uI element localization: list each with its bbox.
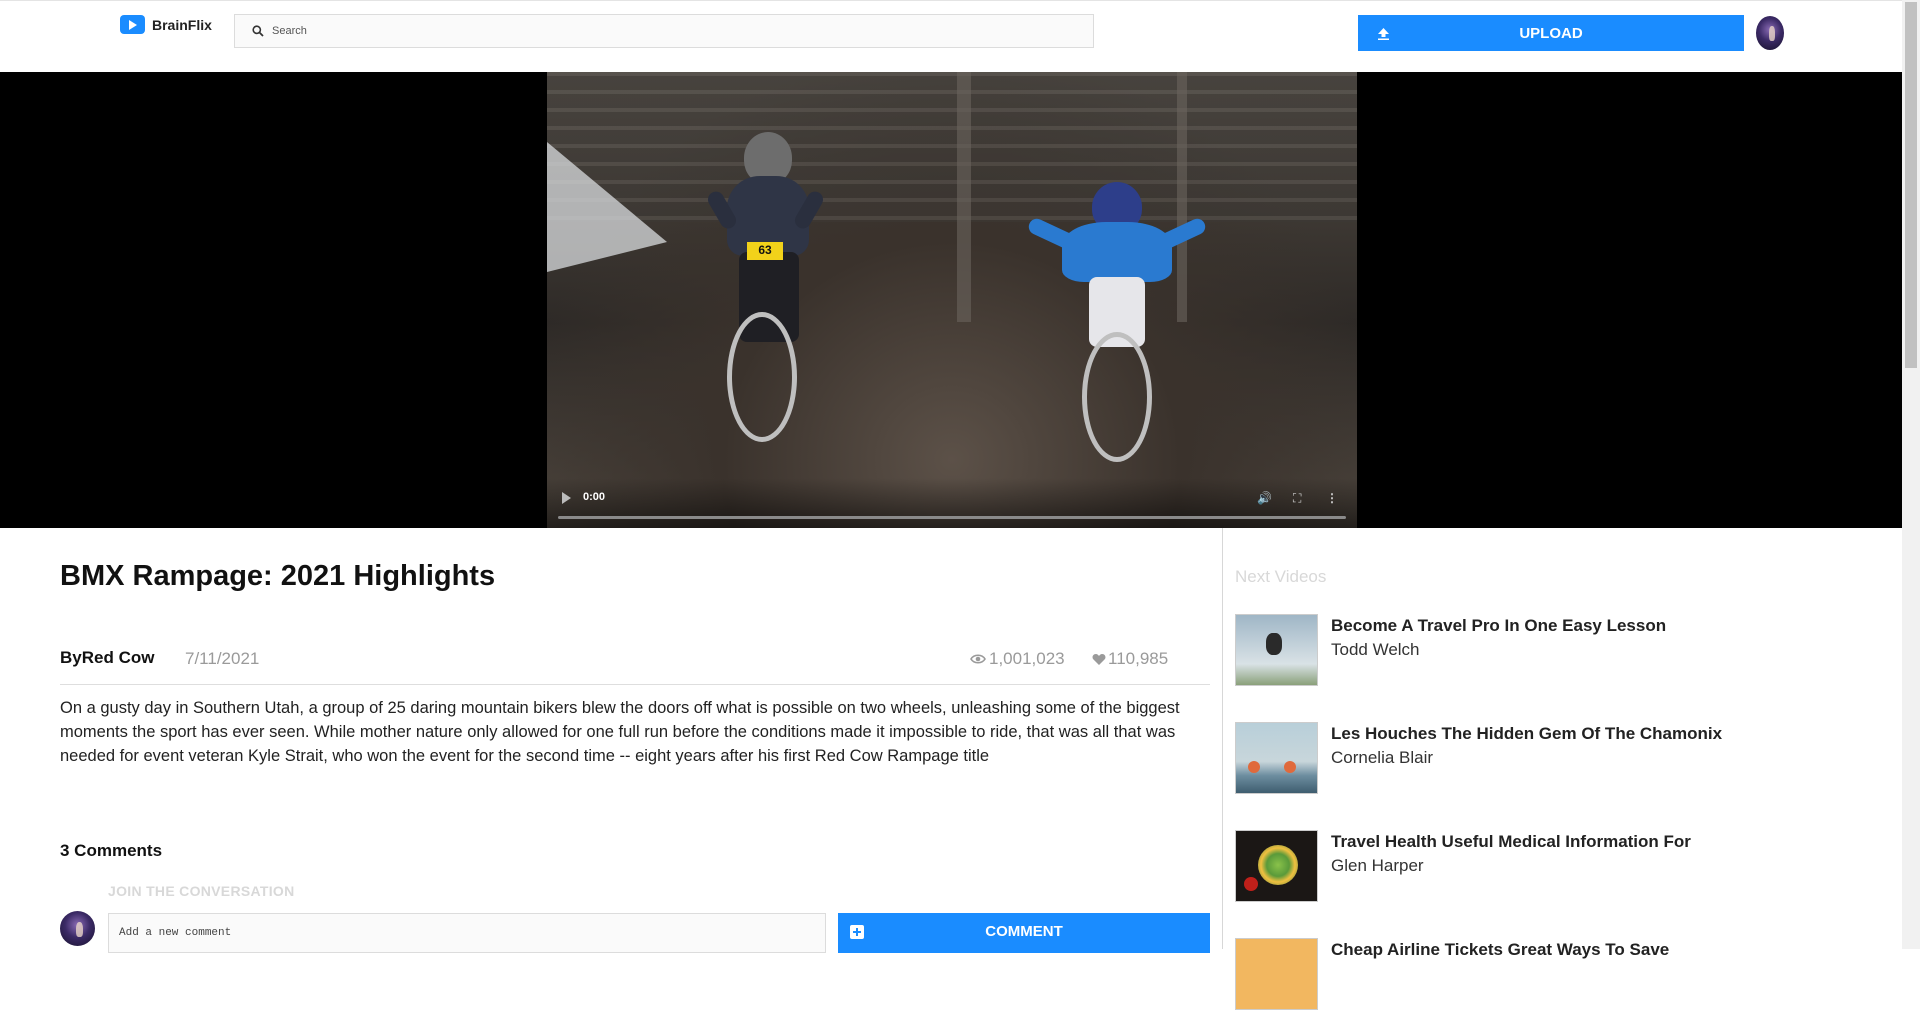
video-title: BMX Rampage: 2021 Highlights bbox=[60, 560, 496, 592]
play-logo-icon bbox=[120, 15, 145, 34]
more-options-icon[interactable]: ⋮ bbox=[1326, 491, 1338, 505]
search-icon bbox=[252, 25, 264, 37]
video-thumbnail[interactable] bbox=[1235, 614, 1318, 686]
next-video-item[interactable]: Become A Travel Pro In One Easy Lesson T… bbox=[1235, 614, 1875, 686]
top-navigation: BrainFlix UPLOAD bbox=[0, 0, 1902, 73]
video-thumbnail[interactable] bbox=[1235, 722, 1318, 794]
comment-button-label: COMMENT bbox=[985, 923, 1063, 940]
likes-value: 110,985 bbox=[1108, 649, 1169, 668]
upload-icon bbox=[1378, 28, 1389, 40]
next-video-author: Cornelia Blair bbox=[1331, 748, 1434, 767]
next-video-title[interactable]: Cheap Airline Tickets Great Ways To Save bbox=[1331, 940, 1669, 960]
next-video-author: Todd Welch bbox=[1331, 640, 1420, 659]
volume-icon[interactable]: 🔊 bbox=[1257, 491, 1272, 505]
like-count[interactable]: 110,985 bbox=[1092, 649, 1168, 669]
comment-input[interactable] bbox=[108, 913, 826, 953]
video-scene-roof bbox=[547, 72, 1357, 222]
by-prefix: By bbox=[60, 648, 82, 667]
video-channel: ByRed Cow bbox=[60, 648, 154, 668]
next-video-title[interactable]: Les Houches The Hidden Gem Of The Chamon… bbox=[1331, 724, 1722, 744]
search-bar[interactable] bbox=[234, 14, 1094, 48]
upload-label: UPLOAD bbox=[1519, 24, 1583, 42]
channel-name[interactable]: Red Cow bbox=[82, 648, 155, 667]
comments-count: 3 Comments bbox=[60, 841, 163, 860]
video-progress-bar[interactable] bbox=[558, 516, 1346, 519]
next-video-title[interactable]: Become A Travel Pro In One Easy Lesson bbox=[1331, 616, 1666, 636]
upload-button[interactable]: UPLOAD bbox=[1358, 15, 1744, 51]
page-scrollbar[interactable] bbox=[1902, 0, 1920, 949]
details-divider bbox=[60, 684, 1210, 685]
fullscreen-icon[interactable]: ⛶ bbox=[1293, 491, 1301, 506]
next-video-title[interactable]: Travel Health Useful Medical Information… bbox=[1331, 832, 1691, 852]
video-scene-rider-right bbox=[1017, 182, 1217, 472]
video-player-area: 63 0:00 🔊 ⛶ ⋮ bbox=[0, 72, 1902, 528]
play-icon[interactable] bbox=[562, 492, 571, 504]
number-plate: 63 bbox=[747, 242, 783, 260]
current-time: 0:00 bbox=[583, 491, 606, 503]
video-date: 7/11/2021 bbox=[185, 649, 260, 668]
next-video-item[interactable]: Travel Health Useful Medical Information… bbox=[1235, 830, 1875, 902]
next-video-item[interactable]: Les Houches The Hidden Gem Of The Chamon… bbox=[1235, 722, 1875, 794]
add-comment-icon bbox=[850, 925, 864, 939]
video-thumbnail[interactable] bbox=[1235, 830, 1318, 902]
join-conversation-label: JOIN THE CONVERSATION bbox=[108, 883, 295, 899]
next-video-author: Glen Harper bbox=[1331, 856, 1424, 875]
commenter-avatar bbox=[60, 911, 95, 946]
video-controls: 0:00 🔊 ⛶ ⋮ bbox=[547, 478, 1357, 528]
video-scene-window bbox=[547, 142, 667, 272]
next-videos-heading: Next Videos bbox=[1235, 567, 1327, 586]
user-avatar[interactable] bbox=[1756, 16, 1784, 50]
view-count: 1,001,023 bbox=[970, 649, 1065, 669]
eye-icon bbox=[970, 654, 986, 664]
comment-button[interactable]: COMMENT bbox=[838, 913, 1210, 953]
video-scene-rider-left: 63 bbox=[697, 132, 857, 452]
search-input[interactable] bbox=[270, 24, 1074, 38]
column-divider bbox=[1222, 528, 1223, 949]
video-player[interactable]: 63 0:00 🔊 ⛶ ⋮ bbox=[547, 72, 1357, 528]
brainflix-logo[interactable]: BrainFlix bbox=[120, 15, 212, 34]
views-value: 1,001,023 bbox=[989, 649, 1065, 668]
logo-text: BrainFlix bbox=[152, 16, 212, 33]
video-scene-beam bbox=[957, 72, 971, 322]
scrollbar-thumb[interactable] bbox=[1905, 2, 1917, 368]
video-description: On a gusty day in Southern Utah, a group… bbox=[60, 699, 1180, 765]
heart-icon bbox=[1092, 653, 1106, 665]
